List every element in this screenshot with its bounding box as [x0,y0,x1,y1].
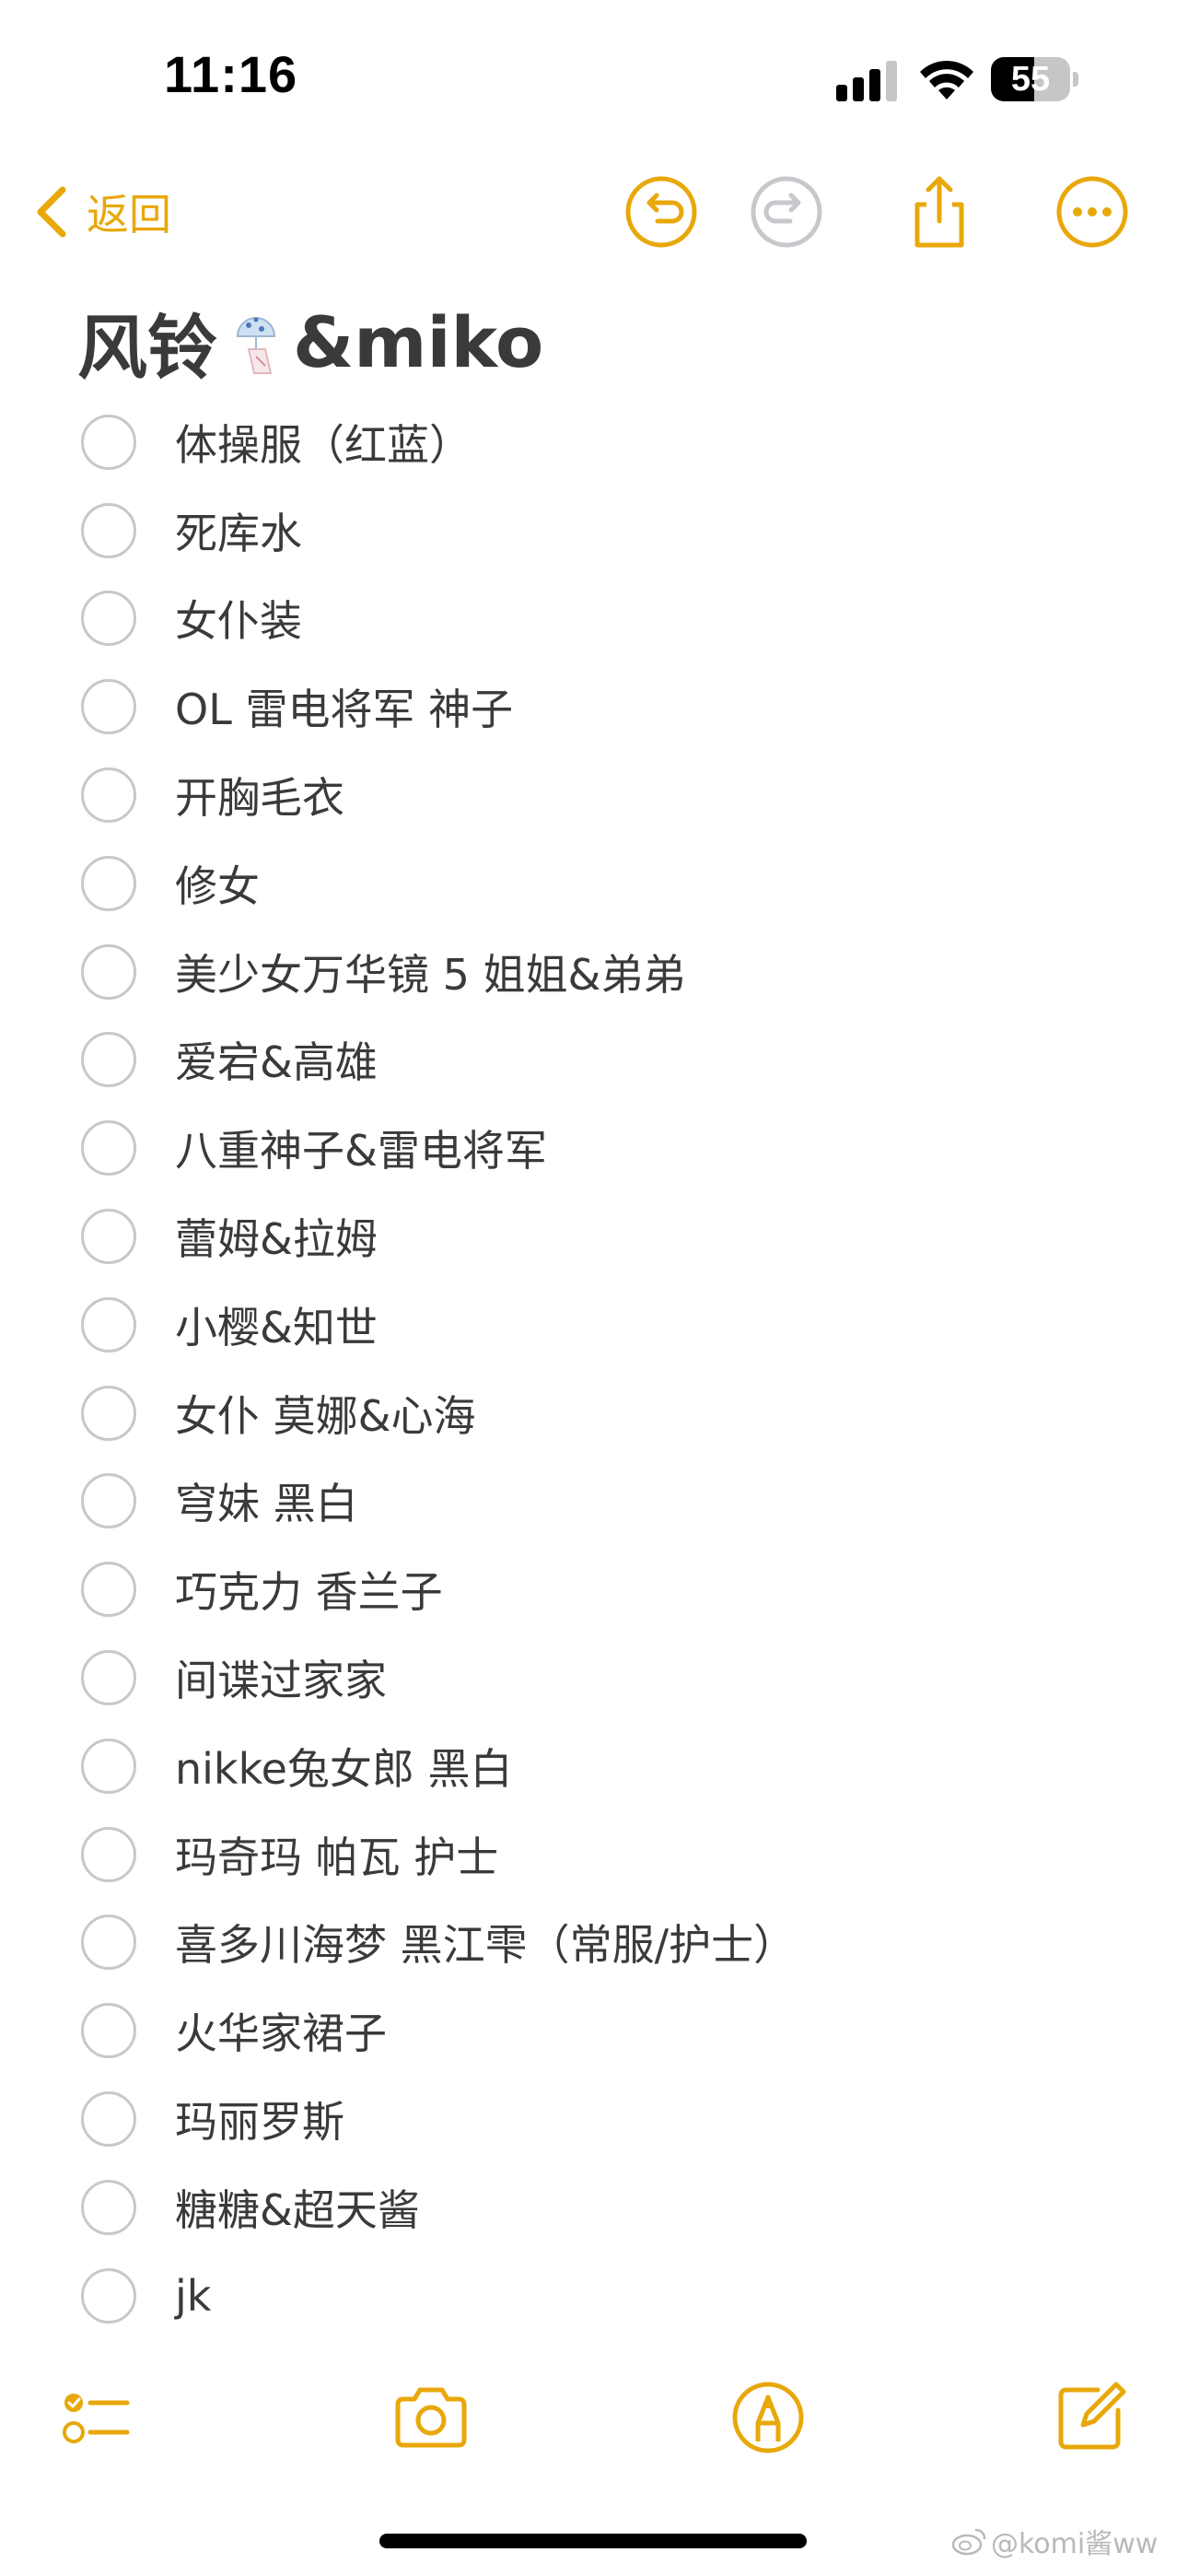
checklist-item-label[interactable]: 玛奇玛 帕瓦 护士 [175,1824,498,1885]
checklist-item[interactable]: jk [0,2252,1188,2340]
redo-icon[interactable] [748,173,825,251]
checklist-item[interactable]: 女仆装 [0,575,1188,663]
back-label: 返回 [87,190,171,240]
checkbox-circle[interactable] [81,1296,136,1352]
back-button[interactable]: 返回 [33,177,171,247]
checklist-item-label[interactable]: 修女 [175,853,260,914]
checklist-item[interactable]: 喜多川海梦 黑江雫（常服/护士） [0,1899,1188,1987]
title-text-prefix: 风铃 [77,307,217,389]
checklist-item[interactable]: 女仆 莫娜&心海 [0,1369,1188,1458]
checkbox-circle[interactable] [81,1032,136,1088]
checklist-item[interactable]: 开胸毛衣 [0,751,1188,839]
status-bar: 11:16 55 [0,0,1188,157]
share-icon[interactable] [901,173,978,251]
checklist-item-label[interactable]: 开胸毛衣 [175,765,344,825]
wind-chime-icon [236,317,276,374]
checkbox-circle[interactable] [81,767,136,824]
checklist-item-label[interactable]: 小樱&知世 [175,1294,378,1355]
checklist-item[interactable]: 爱宕&高雄 [0,1016,1188,1105]
wifi-icon [920,60,973,100]
checkbox-circle[interactable] [81,1826,136,1882]
checklist-item-label[interactable]: 糖糖&超天酱 [175,2177,420,2238]
checklist-item[interactable]: OL 雷电将军 神子 [0,662,1188,751]
checklist-item-label[interactable]: 女仆装 [175,588,302,649]
checklist-item[interactable]: 蕾姆&拉姆 [0,1192,1188,1281]
battery-level: 55 [1010,60,1051,99]
weibo-logo-icon [951,2528,986,2556]
checklist-item[interactable]: 玛奇玛 帕瓦 护士 [0,1810,1188,1899]
checkbox-circle[interactable] [81,2003,136,2059]
nav-bar: 返回 [0,166,1188,258]
checkbox-circle[interactable] [81,855,136,911]
checklist-item-label[interactable]: 死库水 [175,500,302,561]
checklist-item-label[interactable]: 喜多川海梦 黑江雫（常服/护士） [175,1912,796,1973]
checkbox-circle[interactable] [81,1562,136,1618]
checkbox-circle[interactable] [81,1209,136,1265]
note-title[interactable]: 风铃 &miko [77,291,543,392]
checklist-item-label[interactable]: 巧克力 香兰子 [175,1559,443,1620]
checklist-item-label[interactable]: 美少女万华镜 5 姐姐&弟弟 [175,942,685,1002]
checklist-item-label[interactable]: 蕾姆&拉姆 [175,1206,378,1267]
checkbox-circle[interactable] [81,1650,136,1706]
checkbox-circle[interactable] [81,2267,136,2324]
camera-icon[interactable] [390,2377,472,2458]
compose-icon[interactable] [1050,2377,1131,2458]
markup-icon[interactable] [728,2377,809,2458]
checklist-item[interactable]: 八重神子&雷电将军 [0,1104,1188,1192]
checkbox-circle[interactable] [81,414,136,470]
checklist-item[interactable]: 小樱&知世 [0,1281,1188,1369]
status-time: 11:16 [164,45,298,103]
title-text-suffix: &miko [293,300,544,383]
checklist-item[interactable]: 体操服（红蓝） [0,398,1188,486]
checkbox-circle[interactable] [81,2179,136,2235]
checklist-icon[interactable] [55,2377,136,2458]
checklist-item-label[interactable]: 间谍过家家 [175,1647,387,1708]
undo-icon[interactable] [623,173,700,251]
checkbox-circle[interactable] [81,2091,136,2148]
checkbox-circle[interactable] [81,1120,136,1177]
checklist-item[interactable]: 穹妹 黑白 [0,1458,1188,1546]
checklist-item[interactable]: 间谍过家家 [0,1633,1188,1722]
checklist-item-label[interactable]: 玛丽罗斯 [175,2089,344,2149]
checklist-item-label[interactable]: 爱宕&高雄 [175,1029,378,1090]
checkbox-circle[interactable] [81,1385,136,1441]
chevron-left-icon [37,186,66,238]
checkbox-circle[interactable] [81,591,136,647]
checklist: 体操服（红蓝） 死库水女仆装 OL 雷电将军 神子 开胸毛衣修女美少女万华镜 5 姐姐… [0,398,1188,2340]
more-icon[interactable] [1054,173,1131,251]
checklist-item-label[interactable]: OL 雷电将军 神子 [175,676,513,737]
checklist-item[interactable]: 修女 [0,839,1188,928]
checklist-item-label[interactable]: nikke兔女郎 黑白 [175,1736,513,1797]
checklist-item[interactable]: 糖糖&超天酱 [0,2163,1188,2252]
checklist-item-label[interactable]: 火华家裙子 [175,2000,387,2061]
checkbox-circle[interactable] [81,1738,136,1794]
checklist-item[interactable]: 巧克力 香兰子 [0,1545,1188,1633]
checklist-item[interactable]: 死库水 [0,486,1188,575]
checklist-item-label[interactable]: 女仆 莫娜&心海 [175,1383,476,1444]
checklist-item[interactable]: 美少女万华镜 5 姐姐&弟弟 [0,928,1188,1016]
watermark: @komi酱ww [950,2521,1158,2561]
home-indicator[interactable] [379,2534,807,2548]
checklist-item[interactable]: 玛丽罗斯 [0,2075,1188,2163]
checkbox-circle[interactable] [81,1914,136,1971]
checklist-item-label[interactable]: 穹妹 黑白 [175,1470,358,1531]
watermark-text: @komi酱ww [991,2528,1159,2560]
checklist-item-label[interactable]: 八重神子&雷电将军 [175,1118,547,1178]
checkbox-circle[interactable] [81,943,136,1000]
signal-icon [836,61,897,101]
checkbox-circle[interactable] [81,679,136,735]
checklist-item[interactable]: 火华家裙子 [0,1986,1188,2075]
checkbox-circle[interactable] [81,1473,136,1529]
bottom-toolbar [0,2368,1188,2469]
checkbox-circle[interactable] [81,502,136,558]
battery-icon: 55 [991,57,1079,101]
checklist-item-label[interactable]: jk [175,2271,211,2321]
checklist-item[interactable]: nikke兔女郎 黑白 [0,1722,1188,1810]
checklist-item-label[interactable]: 体操服（红蓝） [175,412,472,473]
